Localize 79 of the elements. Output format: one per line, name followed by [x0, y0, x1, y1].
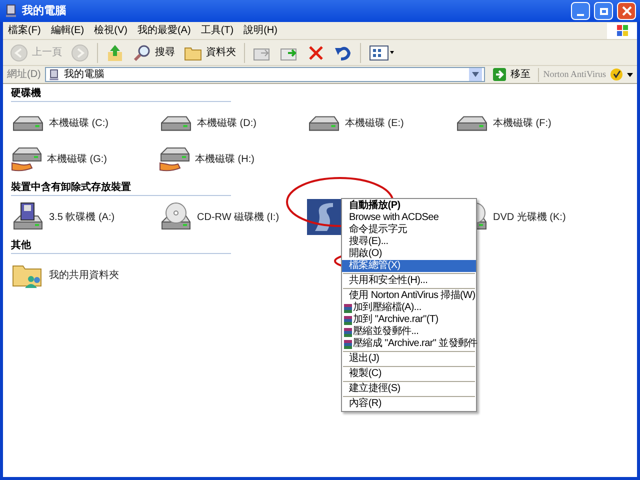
section-heading: 裝置中含有卸除式存放裝置 — [11, 182, 131, 193]
views-icon — [369, 44, 395, 62]
shared-drive-icon — [11, 146, 43, 172]
menu-item[interactable]: 說明(H) — [238, 22, 282, 39]
restore-button[interactable] — [594, 2, 613, 20]
hard-drive-icon — [161, 116, 191, 130]
address-label: 網址(D) — [7, 68, 41, 82]
item-label: CD-RW 磁碟機 (I:) — [197, 210, 280, 224]
context-menu-item[interactable]: 退出(J) — [342, 353, 476, 365]
section-heading: 其他 — [11, 240, 31, 251]
item-label: 本機磁碟 (C:) — [49, 116, 108, 130]
drive-item[interactable]: CD-RW 磁碟機 (I:) — [159, 200, 280, 234]
window-title: 我的電腦 — [22, 4, 67, 19]
item-label: 本機磁碟 (H:) — [195, 152, 254, 166]
item-label: 本機磁碟 (F:) — [493, 116, 552, 130]
context-menu-item[interactable]: 使用 Norton AntiVirus 掃描(W) — [342, 290, 476, 302]
drive-item[interactable]: 本機磁碟 (G:) — [11, 142, 107, 176]
forward-icon — [71, 44, 89, 62]
drive-item[interactable]: 本機磁碟 (C:) — [11, 106, 108, 140]
context-menu-item[interactable]: 共用和安全性(H)... — [342, 275, 476, 287]
item-label: 3.5 軟碟機 (A:) — [49, 210, 115, 224]
context-menu-item[interactable]: 複製(C) — [342, 368, 476, 380]
context-menu-item[interactable]: 自動播放(P) — [342, 200, 476, 212]
windows-logo-icon — [607, 22, 637, 38]
close-button[interactable] — [617, 2, 636, 20]
archive-icon — [344, 316, 352, 324]
drive-item[interactable]: 本機磁碟 (F:) — [455, 106, 552, 140]
caret-icon — [472, 72, 480, 77]
menu-item[interactable]: 工具(T) — [196, 22, 239, 39]
hard-drive-icon — [309, 116, 339, 130]
drive-item[interactable]: 本機磁碟 (D:) — [159, 106, 256, 140]
arrow-icon — [493, 68, 506, 81]
folders-button[interactable]: 資料夾 — [181, 42, 239, 64]
hard-drive-icon — [13, 116, 43, 130]
go-button[interactable]: 移至 — [489, 67, 534, 82]
menu-item[interactable]: 檔案(F) — [3, 22, 46, 39]
menu-item[interactable]: 我的最愛(A) — [132, 22, 196, 39]
context-menu-item[interactable]: 內容(R) — [342, 398, 476, 410]
context-menu-item[interactable]: 壓縮並發郵件... — [342, 326, 476, 338]
computer-icon — [4, 4, 18, 18]
context-menu-item[interactable]: 壓縮成 "Archive.rar" 並發郵件 — [342, 338, 476, 350]
delete-icon — [307, 44, 325, 62]
drive-item[interactable]: 3.5 軟碟機 (A:) — [11, 200, 115, 234]
context-menu-item[interactable]: 搜尋(E)... — [342, 236, 476, 248]
drive-item[interactable]: 我的共用資料夾 — [11, 258, 119, 292]
archive-icon — [344, 340, 352, 348]
computer-icon — [48, 68, 60, 80]
context-menu-item[interactable]: 命令提示字元 — [342, 224, 476, 236]
item-label: DVD 光碟機 (K:) — [493, 210, 566, 224]
drive-item[interactable]: 本機磁碟 (H:) — [159, 142, 254, 176]
up-folder-icon — [106, 44, 124, 62]
caret-icon — [627, 72, 633, 76]
menu-item[interactable]: 檢視(V) — [89, 22, 132, 39]
drive-item[interactable]: 本機磁碟 (E:) — [307, 106, 404, 140]
item-label: 本機磁碟 (D:) — [197, 116, 256, 130]
shield-icon — [610, 68, 623, 81]
context-menu-item[interactable]: 檔案總管(X) — [342, 260, 476, 272]
section-heading: 硬碟機 — [11, 88, 41, 99]
context-menu-item[interactable]: 開啟(O) — [342, 248, 476, 260]
archive-icon — [344, 304, 352, 312]
shared-drive-icon — [159, 146, 191, 172]
address-field[interactable]: 我的電腦 — [44, 67, 486, 82]
context-menu-item[interactable]: 加到 "Archive.rar"(T) — [342, 314, 476, 326]
close-icon — [622, 6, 632, 16]
item-label: 我的共用資料夾 — [49, 268, 119, 282]
item-label: 本機磁碟 (E:) — [345, 116, 404, 130]
archive-icon — [344, 328, 352, 336]
context-menu-item[interactable]: Browse with ACDSee — [342, 212, 476, 224]
context-menu-item[interactable]: 加到壓縮檔(A)... — [342, 302, 476, 314]
menu-item[interactable]: 編輯(E) — [46, 22, 90, 39]
hard-drive-icon — [457, 116, 487, 130]
item-label: 本機磁碟 (G:) — [47, 152, 107, 166]
dropdown-button[interactable] — [469, 68, 482, 81]
context-menu-item[interactable]: 建立捷徑(S) — [342, 383, 476, 395]
search-button[interactable]: 搜尋 — [130, 42, 178, 64]
minimize-button[interactable] — [571, 2, 590, 20]
back-icon — [10, 44, 28, 62]
search-icon — [133, 44, 151, 62]
toolbar-label: Norton AntiVirus — [543, 68, 606, 81]
